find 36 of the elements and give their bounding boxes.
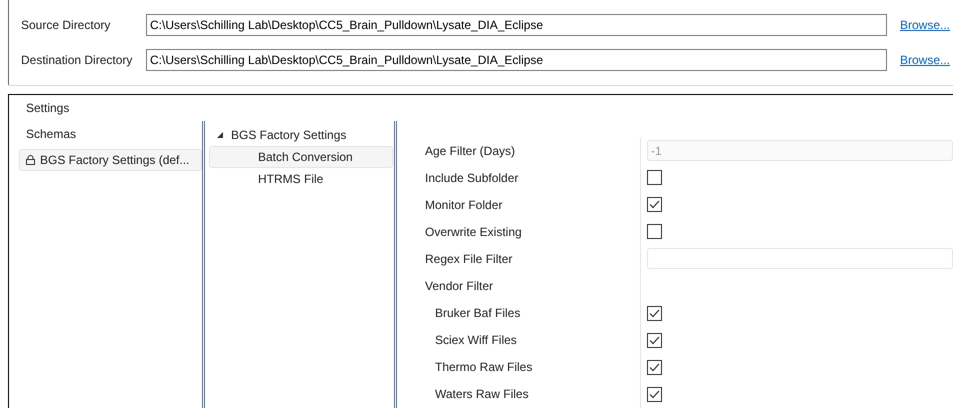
checkbox[interactable] — [647, 360, 662, 375]
checkbox[interactable] — [647, 332, 662, 348]
checkbox[interactable] — [647, 386, 662, 402]
checkbox[interactable] — [647, 170, 662, 186]
browse-link[interactable]: Browse... — [900, 16, 950, 34]
schema-item[interactable]: BGS Factory Settings (def... — [19, 149, 202, 171]
checkmark-icon — [649, 308, 660, 318]
checkbox[interactable] — [647, 306, 662, 321]
property-label: Overwrite Existing — [425, 224, 522, 239]
tree-item[interactable]: Batch Conversion — [209, 146, 393, 168]
directory-label: Destination Directory — [20, 52, 134, 69]
property-label: Waters Raw Files — [435, 387, 529, 402]
checkbox[interactable] — [647, 224, 662, 240]
panel-title: Settings — [26, 100, 70, 117]
property-label: Regex File Filter — [425, 252, 512, 266]
path-field[interactable]: C:\Users\Schilling Lab\Desktop\CC5_Brain_Pulldown\Lysate_DIA_Eclipse — [146, 14, 887, 36]
checkbox[interactable] — [647, 197, 662, 212]
property-label: Vendor Filter — [425, 279, 494, 294]
tree-item[interactable]: HTRMS File — [209, 168, 393, 190]
property-label: Thermo Raw Files — [435, 360, 532, 374]
property-label: Sciex Wiff Files — [435, 333, 517, 348]
checkmark-icon — [649, 200, 660, 210]
expand-triangle-icon[interactable] — [217, 132, 223, 138]
checkmark-icon — [649, 362, 660, 372]
property-label: Bruker Baf Files — [435, 306, 520, 320]
property-label: Age Filter (Days) — [425, 144, 516, 158]
text-field[interactable] — [647, 248, 953, 270]
checkmark-icon — [649, 336, 660, 345]
column-header: Schemas — [26, 126, 76, 143]
property-label: Monitor Folder — [425, 198, 502, 212]
tree-item[interactable]: BGS Factory Settings — [231, 126, 346, 144]
browse-link[interactable]: Browse... — [900, 51, 950, 69]
path-field[interactable]: C:\Users\Schilling Lab\Desktop\CC5_Brain_Pulldown\Lysate_DIA_Eclipse — [146, 49, 887, 71]
property-label: Include Subfolder — [425, 170, 518, 185]
directory-label: Source Directory — [20, 17, 112, 34]
checkmark-icon — [649, 390, 660, 399]
